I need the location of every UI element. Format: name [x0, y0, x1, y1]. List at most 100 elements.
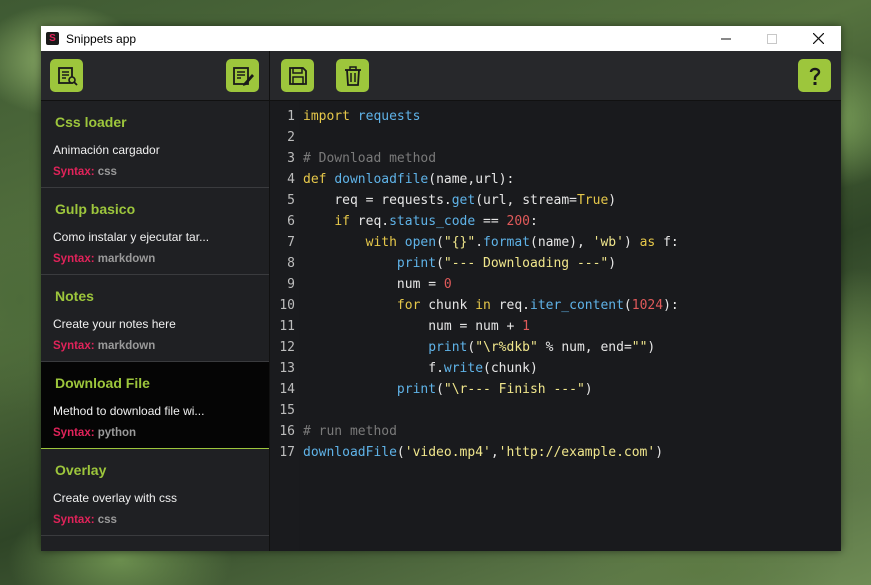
- line-number: 11: [279, 319, 295, 334]
- code-text: num = 0: [396, 277, 452, 292]
- line-number: 1: [287, 109, 295, 124]
- code-text: print("--- Downloading ---"): [396, 256, 617, 271]
- syntax-value: css: [97, 514, 117, 526]
- code-line: 13 f.write(chunk): [270, 358, 841, 379]
- code-line: 7 with open("{}".format(name), 'wb') as …: [270, 232, 841, 253]
- line-number: 5: [287, 193, 295, 208]
- maximize-button[interactable]: [749, 26, 795, 51]
- line-number: 16: [279, 424, 295, 439]
- app-window: S Snippets app Css loader Animación carg…: [41, 26, 841, 551]
- code-line: 12 print("\r%dkb" % num, end=""): [270, 337, 841, 358]
- close-icon: [812, 33, 824, 44]
- line-number: 12: [279, 340, 295, 355]
- toolbar-divider: [269, 51, 270, 100]
- code-text: print("\r--- Finish ---"): [396, 382, 593, 397]
- snippet-item[interactable]: Overlay Create overlay with css Syntax: …: [41, 449, 269, 536]
- line-number: 8: [287, 256, 295, 271]
- code-editor[interactable]: 1 import requests 2 3 # Download method 4 def …: [270, 101, 841, 551]
- code-line: 14 print("\r--- Finish ---"): [270, 379, 841, 400]
- syntax-value: python: [97, 427, 137, 439]
- code-text: # run method: [303, 424, 397, 439]
- close-button[interactable]: [795, 26, 841, 51]
- code-line: 2: [270, 127, 841, 148]
- save-button[interactable]: [281, 59, 314, 92]
- delete-button[interactable]: [336, 59, 369, 92]
- snippet-list: Css loader Animación cargador Syntax: cs…: [41, 101, 270, 551]
- code-line: 11 num = num + 1: [270, 316, 841, 337]
- syntax-label: Syntax:: [53, 340, 95, 352]
- syntax-label: Syntax:: [53, 166, 95, 178]
- snippet-description: Method to download file wi...: [53, 404, 205, 418]
- code-line: 15: [270, 400, 841, 421]
- code-text: downloadFile('video.mp4','http://example…: [303, 445, 664, 460]
- new-snippet-button[interactable]: [226, 59, 259, 92]
- minimize-button[interactable]: [703, 26, 749, 51]
- help-icon: [809, 67, 820, 85]
- snippet-title: Gulp basico: [55, 201, 136, 217]
- line-number: 6: [287, 214, 295, 229]
- code-line: 17 downloadFile('video.mp4','http://examp…: [270, 442, 841, 463]
- snippet-item[interactable]: Notes Create your notes here Syntax: mar…: [41, 275, 269, 362]
- line-number: 15: [279, 403, 295, 418]
- code-text: def downloadfile(name,url):: [303, 172, 515, 187]
- trash-icon: [344, 65, 361, 86]
- snippet-description: Animación cargador: [53, 143, 160, 157]
- snippet-title: Notes: [55, 288, 94, 304]
- toolbar: [41, 51, 841, 101]
- code-text: with open("{}".format(name), 'wb') as f:: [365, 235, 679, 250]
- snippet-item-selected[interactable]: Download File Method to download file wi…: [41, 362, 269, 449]
- syntax-value: markdown: [97, 340, 156, 352]
- code-line: 9 num = 0: [270, 274, 841, 295]
- search-snippets-button[interactable]: [50, 59, 83, 92]
- code-line: 10 for chunk in req.iter_content(1024):: [270, 295, 841, 316]
- snippet-syntax: Syntax: python: [53, 427, 136, 439]
- code-text: f.write(chunk): [428, 361, 538, 376]
- snippet-title: Download File: [55, 375, 150, 391]
- edit-note-icon: [232, 66, 254, 86]
- window-controls: [703, 26, 841, 51]
- code-text: # Download method: [303, 151, 437, 166]
- line-number: 4: [287, 172, 295, 187]
- line-number: 2: [287, 130, 295, 145]
- save-icon: [288, 66, 307, 85]
- code-text: print("\r%dkb" % num, end=""): [428, 340, 656, 355]
- line-number: 3: [287, 151, 295, 166]
- syntax-value: markdown: [97, 253, 156, 265]
- code-text: if req.status_code == 200:: [334, 214, 538, 229]
- snippet-title: Overlay: [55, 462, 107, 478]
- code-line: 3 # Download method: [270, 148, 841, 169]
- code-line: 8 print("--- Downloading ---"): [270, 253, 841, 274]
- snippet-syntax: Syntax: markdown: [53, 253, 155, 265]
- syntax-label: Syntax:: [53, 253, 95, 265]
- line-number: 13: [279, 361, 295, 376]
- code-text: import requests: [303, 109, 421, 124]
- search-list-icon: [57, 66, 78, 86]
- syntax-label: Syntax:: [53, 427, 95, 439]
- code-line: 16 # run method: [270, 421, 841, 442]
- snippet-description: Como instalar y ejecutar tar...: [53, 230, 210, 244]
- code-line: 4 def downloadfile(name,url):: [270, 169, 841, 190]
- snippet-syntax: Syntax: markdown: [53, 340, 155, 352]
- help-button[interactable]: [798, 59, 831, 92]
- code-text: req = requests.get(url, stream=True): [334, 193, 617, 208]
- app-icon: S: [46, 32, 59, 45]
- window-title: Snippets app: [66, 31, 137, 46]
- code-text: num = num + 1: [428, 319, 530, 334]
- code-text: for chunk in req.iter_content(1024):: [396, 298, 679, 313]
- snippet-item[interactable]: Gulp basico Como instalar y ejecutar tar…: [41, 188, 269, 275]
- snippet-title: Css loader: [55, 114, 127, 130]
- line-number: 7: [287, 235, 295, 250]
- snippet-item[interactable]: Css loader Animación cargador Syntax: cs…: [41, 101, 269, 188]
- minimize-icon: [721, 38, 731, 39]
- code-line: 6 if req.status_code == 200:: [270, 211, 841, 232]
- code-line: 5 req = requests.get(url, stream=True): [270, 190, 841, 211]
- line-number: 9: [287, 277, 295, 292]
- syntax-label: Syntax:: [53, 514, 95, 526]
- snippet-syntax: Syntax: css: [53, 166, 117, 178]
- line-number: 10: [279, 298, 295, 313]
- line-number: 17: [279, 445, 295, 460]
- title-bar[interactable]: S Snippets app: [41, 26, 841, 51]
- main-area: Css loader Animación cargador Syntax: cs…: [41, 101, 841, 551]
- snippet-description: Create overlay with css: [53, 491, 178, 505]
- snippet-description: Create your notes here: [53, 317, 176, 331]
